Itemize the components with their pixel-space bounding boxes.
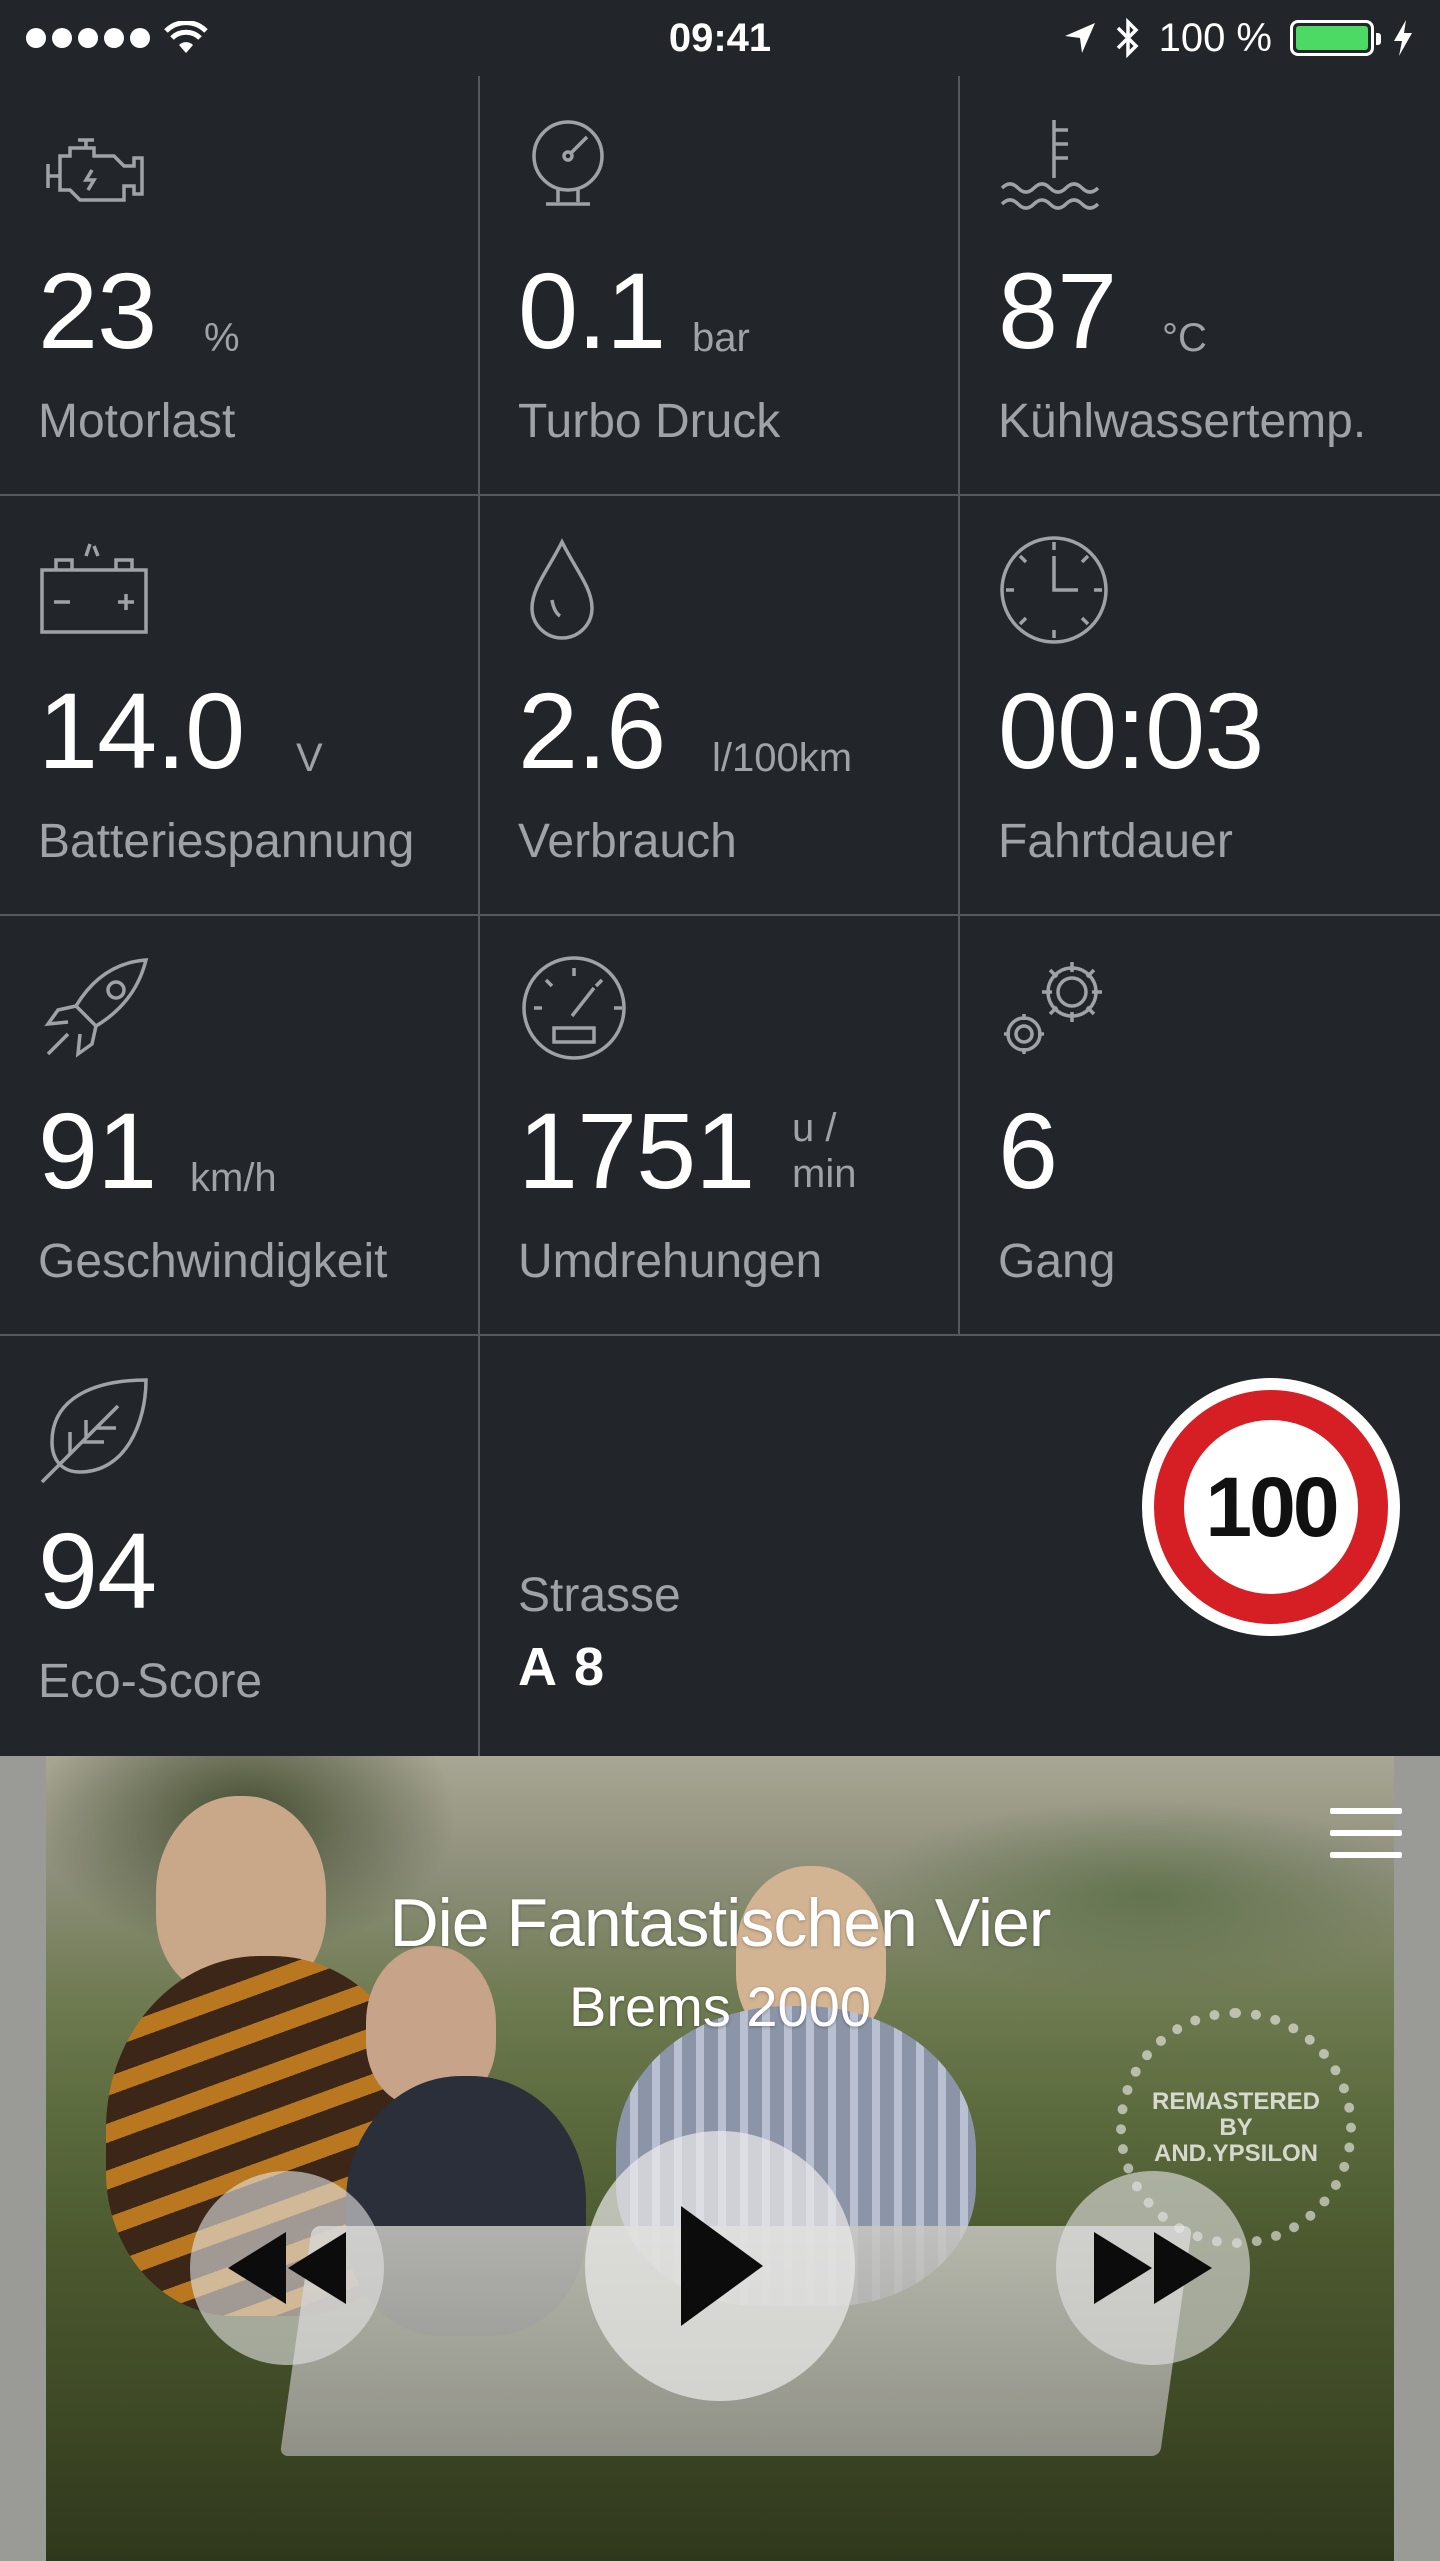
tile-unit: % [204,316,240,360]
status-right: 100 % [1063,0,1414,76]
tile-unit: l/100km [712,736,853,780]
fast-forward-button[interactable] [1056,2171,1250,2365]
tile-unit: V [296,736,323,780]
fast-forward-icon [1094,2232,1212,2304]
tile-unit: bar [692,316,750,360]
tile-trip-duration[interactable]: 00:03 Fahrtdauer [960,496,1440,916]
rocket-icon [38,956,158,1066]
coolant-temperature-icon [998,116,1118,226]
engine-icon [38,116,158,226]
tile-unit: km/h [190,1156,277,1200]
tile-speed[interactable]: 91 km/h Geschwindigkeit [0,916,480,1336]
bluetooth-icon [1116,17,1139,59]
tile-value: 6 [998,1090,1058,1211]
speedometer-icon [518,956,638,1066]
leaf-icon [38,1376,158,1486]
tile-value: 94 [38,1510,157,1631]
location-arrow-icon [1064,23,1095,53]
rewind-icon [228,2232,346,2304]
speed-limit-sign: 100 [1142,1378,1400,1636]
tile-road[interactable]: Strasse A 8 100 [480,1336,1440,1756]
hamburger-menu-icon[interactable] [1330,1808,1402,1858]
track-artist: Die Fantastischen Vier [389,1885,1052,1961]
tile-gear[interactable]: 6 Gang [960,916,1440,1336]
tile-value: 1751 [518,1090,755,1211]
tile-label: Fahrtdauer [998,815,1233,868]
tile-value: 0.1 [518,250,666,371]
tile-engine-load[interactable]: 23 % Motorlast [0,76,480,496]
tile-value: 91 [38,1090,157,1211]
clock-icon [998,536,1118,646]
tile-fuel-consumption[interactable]: 2.6 l/100km Verbrauch [480,496,960,916]
tile-label: Gang [998,1235,1116,1288]
tile-value: 87 [998,250,1117,371]
tile-value: 00:03 [998,670,1264,791]
road-label: Strasse [518,1569,681,1622]
media-player: REMASTERED BY AND.YPSILON Die Fantastisc… [0,1756,1440,2561]
status-bar: 09:41 100 % [0,0,1440,76]
tile-label: Turbo Druck [518,395,781,448]
play-button[interactable] [585,2131,855,2401]
tile-label: Motorlast [38,395,236,448]
tile-engine-rpm[interactable]: 1751 u / min Umdrehungen [480,916,960,1336]
play-icon [681,2206,763,2326]
pressure-gauge-icon [518,116,638,226]
tile-label: Geschwindigkeit [38,1235,388,1288]
tile-label: Verbrauch [518,815,737,868]
battery-percentage: 100 % [1158,15,1272,60]
speed-limit-value: 100 [1205,1459,1339,1554]
tile-value: 2.6 [518,670,666,791]
tile-turbo-pressure[interactable]: 0.1 bar Turbo Druck [480,76,960,496]
tile-eco-score[interactable]: 94 Eco-Score [0,1336,480,1756]
rewind-button[interactable] [190,2171,384,2365]
tile-label: Umdrehungen [518,1235,823,1288]
tile-coolant-temperature[interactable]: 87 °C Kühlwassertemp. [960,76,1440,496]
fuel-drop-icon [518,536,638,646]
tile-label: Kühlwassertemp. [998,395,1367,448]
vehicle-data-grid: 23 % Motorlast 0.1 bar Turbo Druck 87 °C… [0,76,1440,1756]
tile-unit-line1: u / [792,1106,837,1150]
gears-icon [998,956,1118,1066]
track-title: Brems 2000 [569,1975,871,2038]
tile-unit-line2: min [792,1152,857,1196]
battery-car-icon [38,536,158,646]
charging-bolt-icon [1394,20,1412,56]
tile-label: Eco-Score [38,1655,263,1708]
tile-value: 23 [38,250,157,371]
road-name: A 8 [518,1637,607,1697]
tile-battery-voltage[interactable]: 14.0 V Batteriespannung [0,496,480,916]
tile-label: Batteriespannung [38,815,415,868]
tile-unit: °C [1162,316,1207,360]
battery-icon [1290,20,1381,56]
tile-value: 14.0 [38,670,245,791]
